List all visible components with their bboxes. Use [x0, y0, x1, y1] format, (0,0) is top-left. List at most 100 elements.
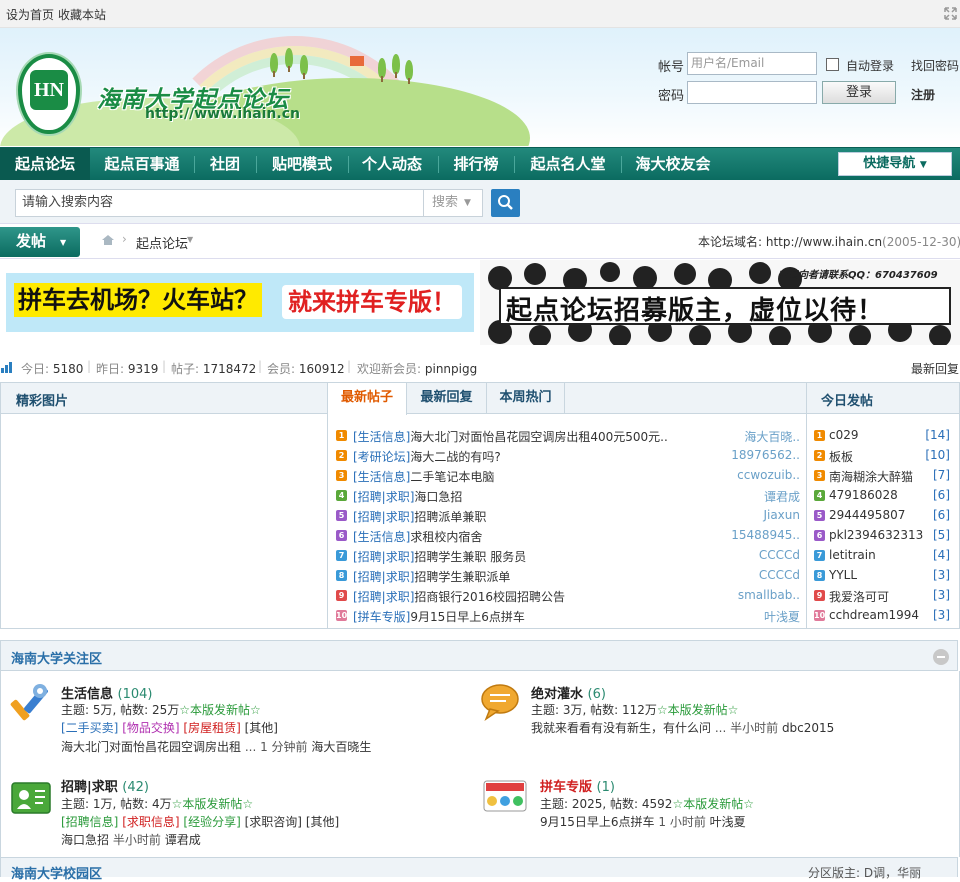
- expand-icon[interactable]: [944, 7, 957, 20]
- poster-name[interactable]: YYLL: [829, 568, 857, 582]
- thread-row[interactable]: 9 [招聘|求职]招商银行2016校园招聘公告 smallbab..: [336, 587, 800, 607]
- poster-name[interactable]: 南海糊涂大醉猫: [829, 468, 913, 485]
- pics-title[interactable]: 精彩图片: [16, 390, 68, 409]
- poster-name[interactable]: 板板: [829, 448, 853, 465]
- thread-category[interactable]: [招聘|求职]: [353, 570, 414, 584]
- forgot-password-link[interactable]: 找回密码: [911, 57, 959, 74]
- thread-row[interactable]: 3 [生活信息]二手笔记本电脑 ccwozuib..: [336, 467, 800, 487]
- today-poster-row[interactable]: 6 pkl2394632313 [5]: [814, 527, 950, 547]
- tag-experience[interactable]: [经验分享]: [183, 815, 240, 829]
- set-home-link[interactable]: 设为首页: [6, 6, 54, 23]
- thread-author[interactable]: ccwozuib..: [737, 468, 800, 482]
- poster-name[interactable]: c029: [829, 428, 859, 442]
- thread-row[interactable]: 6 [生活信息]求租校内宿舍 15488945..: [336, 527, 800, 547]
- thread-author[interactable]: 谭君成: [764, 488, 800, 505]
- forum-name-life[interactable]: 生活信息 (104): [61, 683, 153, 702]
- nav-item-hall-of-fame[interactable]: 起点名人堂: [516, 148, 620, 181]
- nav-item-activity[interactable]: 个人动态: [350, 148, 434, 181]
- home-icon[interactable]: [101, 234, 115, 246]
- thread-title[interactable]: 招商银行2016校园招聘公告: [414, 590, 565, 604]
- thread-title[interactable]: 招聘学生兼职 服务员: [414, 550, 526, 564]
- poster-name[interactable]: 2944495807: [829, 508, 905, 522]
- new-post-link[interactable]: ☆本版发新帖☆: [179, 703, 261, 717]
- new-member-link[interactable]: pinnpigg: [425, 362, 477, 376]
- tag-rental[interactable]: [房屋租赁]: [183, 721, 240, 735]
- nav-item-alumni[interactable]: 海大校友会: [623, 148, 723, 181]
- thread-category[interactable]: [招聘|求职]: [353, 490, 414, 504]
- poster-name[interactable]: cchdream1994: [829, 608, 919, 622]
- thread-title[interactable]: 招聘派单兼职: [414, 510, 486, 524]
- thread-row[interactable]: 7 [招聘|求职]招聘学生兼职 服务员 CCCCd: [336, 547, 800, 567]
- carpool-banner[interactable]: 拼车去机场？火车站？ 就来拼车专版！: [6, 273, 474, 332]
- thread-title[interactable]: 海大二战的有吗?: [410, 450, 500, 464]
- today-poster-row[interactable]: 1 c029 [14]: [814, 427, 950, 447]
- tab-latest-replies[interactable]: 最新回复: [407, 383, 487, 414]
- nav-item-baishitong[interactable]: 起点百事通: [92, 148, 192, 181]
- auto-login-checkbox[interactable]: [826, 58, 839, 71]
- last-post-user[interactable]: dbc2015: [782, 721, 834, 735]
- tag-job-seeking[interactable]: [求职信息]: [122, 815, 179, 829]
- forum-name-jobs[interactable]: 招聘|求职 (42): [61, 776, 149, 795]
- carpool-forum-icon[interactable]: [480, 777, 530, 817]
- poster-name[interactable]: 479186028: [829, 488, 898, 502]
- thread-row[interactable]: 2 [考研论坛]海大二战的有吗? 18976562..: [336, 447, 800, 467]
- thread-row[interactable]: 5 [招聘|求职]招聘派单兼职 Jiaxun: [336, 507, 800, 527]
- nav-item-forum[interactable]: 起点论坛: [0, 148, 90, 181]
- thread-category[interactable]: [生活信息]: [353, 530, 410, 544]
- today-poster-row[interactable]: 7 letitrain [4]: [814, 547, 950, 567]
- forum-name-water[interactable]: 绝对灌水 (6): [531, 683, 606, 702]
- thread-title[interactable]: 海口急招: [414, 490, 462, 504]
- thread-title[interactable]: 求租校内宿舍: [410, 530, 482, 544]
- password-input[interactable]: [687, 81, 817, 104]
- thread-category[interactable]: [招聘|求职]: [353, 510, 414, 524]
- bookmark-link[interactable]: 收藏本站: [58, 6, 106, 23]
- thread-row[interactable]: 8 [招聘|求职]招聘学生兼职派单 CCCCd: [336, 567, 800, 587]
- tag-other[interactable]: [其他]: [245, 721, 278, 735]
- thread-title[interactable]: 招聘学生兼职派单: [414, 570, 510, 584]
- breadcrumb-forum[interactable]: 起点论坛: [136, 233, 188, 252]
- last-post-user[interactable]: 叶浅夏: [710, 815, 746, 829]
- last-post-user[interactable]: 海大百晓生: [311, 740, 371, 754]
- today-poster-row[interactable]: 10 cchdream1994 [3]: [814, 607, 950, 627]
- thread-row[interactable]: 1 [生活信息]海大北门对面怡昌花园空调房出租400元500元.. 海大百晓..: [336, 427, 800, 447]
- thread-author[interactable]: CCCCd: [759, 568, 800, 582]
- new-post-link[interactable]: ☆本版发新帖☆: [172, 797, 254, 811]
- thread-title[interactable]: 9月15日早上6点拼车: [410, 610, 525, 624]
- speech-bubble-icon[interactable]: [480, 683, 520, 721]
- today-poster-row[interactable]: 3 南海糊涂大醉猫 [7]: [814, 467, 950, 487]
- tag-exchange[interactable]: [物品交换]: [122, 721, 179, 735]
- search-type-select[interactable]: 搜索 ▼: [424, 189, 483, 217]
- today-poster-row[interactable]: 5 2944495807 [6]: [814, 507, 950, 527]
- nav-item-tieba-mode[interactable]: 贴吧模式: [258, 148, 346, 181]
- today-poster-row[interactable]: 8 YYLL [3]: [814, 567, 950, 587]
- nav-item-ranking[interactable]: 排行榜: [440, 148, 512, 181]
- search-button[interactable]: [491, 189, 520, 217]
- thread-author[interactable]: 18976562..: [731, 448, 800, 462]
- account-input[interactable]: 用户名/Email: [687, 52, 817, 75]
- register-link[interactable]: 注册: [911, 86, 935, 103]
- thread-row[interactable]: 4 [招聘|求职]海口急招 谭君成: [336, 487, 800, 507]
- thread-category[interactable]: [考研论坛]: [353, 450, 410, 464]
- domain-url[interactable]: http://www.ihain.cn: [766, 235, 882, 249]
- caret-down-icon[interactable]: ▼: [187, 235, 193, 244]
- post-button[interactable]: 发帖 ▼: [0, 227, 80, 257]
- tools-forum-icon[interactable]: [10, 681, 52, 723]
- thread-author[interactable]: 海大百晓..: [744, 428, 800, 445]
- quick-nav-button[interactable]: 快捷导航 ▼: [838, 152, 952, 176]
- thread-category[interactable]: [招聘|求职]: [353, 590, 414, 604]
- last-post-link[interactable]: 海大北门对面怡昌花园空调房出租: [61, 740, 241, 754]
- today-poster-row[interactable]: 9 我爱洛可可 [3]: [814, 587, 950, 607]
- thread-category[interactable]: [生活信息]: [353, 430, 410, 444]
- thread-author[interactable]: Jiaxun: [763, 508, 800, 522]
- tag-consult[interactable]: [求职咨询]: [245, 815, 302, 829]
- tag-secondhand[interactable]: [二手买卖]: [61, 721, 118, 735]
- today-poster-row[interactable]: 2 板板 [10]: [814, 447, 950, 467]
- moderator-recruit-banner[interactable]: 有意向者请联系QQ：670437609 起点论坛招募版主，虚位以待！: [480, 260, 960, 345]
- new-post-link[interactable]: ☆本版发新帖☆: [672, 797, 754, 811]
- last-post-link[interactable]: 海口急招: [61, 833, 109, 847]
- auto-login-label[interactable]: 自动登录: [846, 57, 894, 74]
- collapse-icon[interactable]: [933, 649, 949, 665]
- thread-author[interactable]: CCCCd: [759, 548, 800, 562]
- poster-name[interactable]: pkl2394632313: [829, 528, 923, 542]
- last-post-link[interactable]: 9月15日早上6点拼车: [540, 815, 655, 829]
